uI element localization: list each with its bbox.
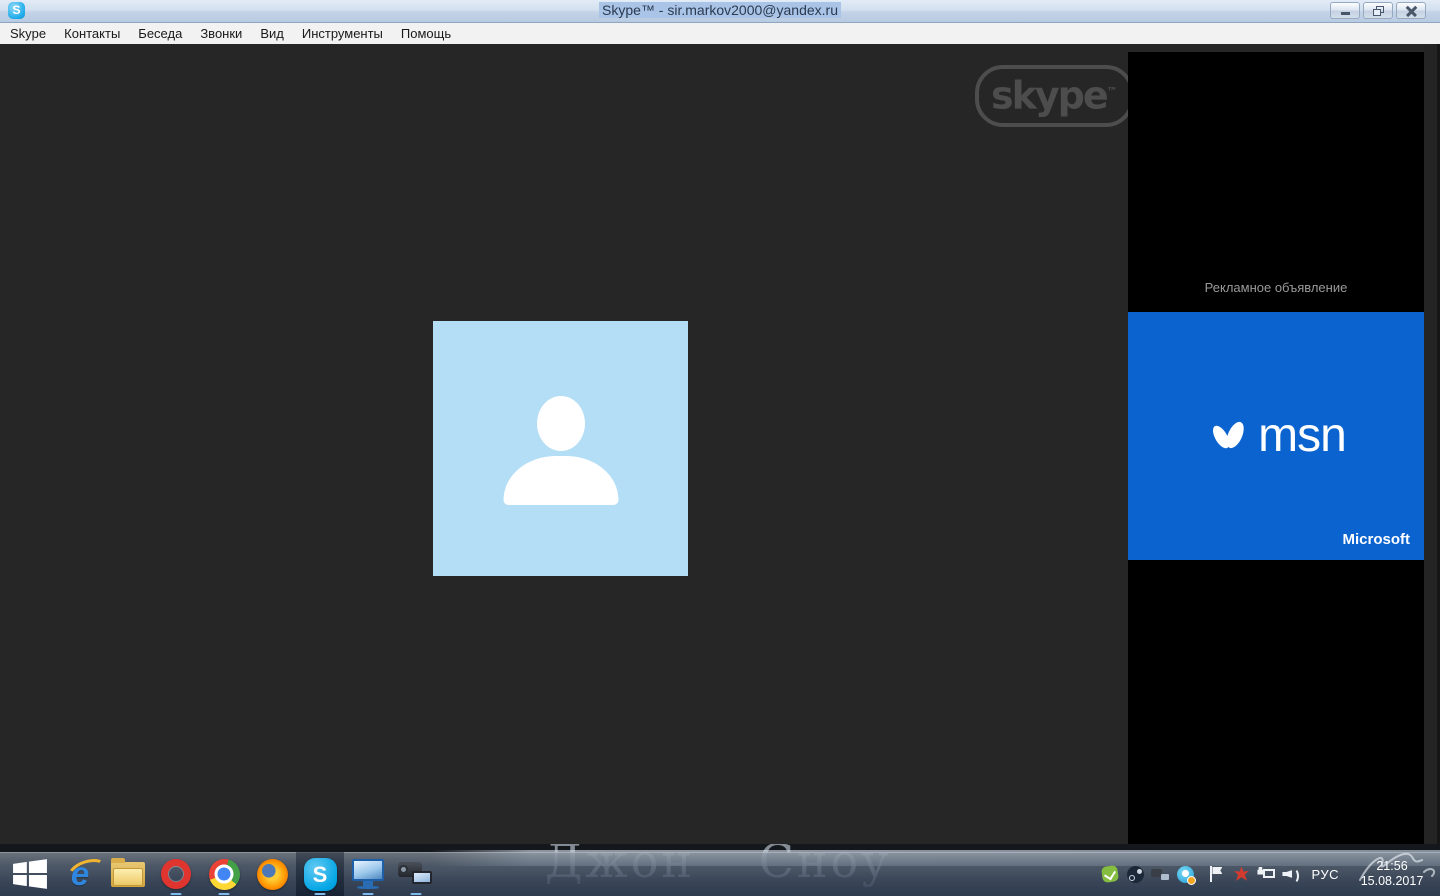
taskbar-skype[interactable]: S xyxy=(296,852,344,896)
tray-camcorder-icon[interactable] xyxy=(1151,865,1169,883)
taskbar-firefox[interactable] xyxy=(248,852,296,896)
skype-watermark-logo: skype™ xyxy=(975,65,1134,127)
menu-view[interactable]: Вид xyxy=(260,26,295,41)
skype-app-icon: S xyxy=(8,2,25,19)
window-right-strip xyxy=(1424,44,1440,844)
menu-conversation[interactable]: Беседа xyxy=(138,26,193,41)
skype-icon: S xyxy=(304,858,337,891)
window-controls xyxy=(1330,2,1426,19)
tray-antivirus-icon[interactable] xyxy=(1101,865,1119,883)
msn-wordmark: msn xyxy=(1258,412,1346,460)
menubar: Skype Контакты Беседа Звонки Вид Инструм… xyxy=(0,23,1440,44)
running-indicator xyxy=(219,893,230,896)
firefox-icon xyxy=(257,859,288,890)
running-indicator xyxy=(171,893,182,896)
taskbar-internet-explorer[interactable]: e xyxy=(56,852,104,896)
running-indicator xyxy=(363,893,374,896)
start-button[interactable] xyxy=(4,852,56,896)
taskbar-clock[interactable]: 21:56 15.08.2017 xyxy=(1350,859,1434,889)
main-content: skype™ Рекламное объявление msn Microsof… xyxy=(0,44,1440,844)
tray-steam-icon[interactable] xyxy=(1126,865,1144,883)
close-icon xyxy=(1406,5,1417,16)
avatar-torso-shape xyxy=(503,456,618,505)
tray-messenger-badge-icon[interactable] xyxy=(1176,865,1194,883)
window-title-text: Skype™ - sir.markov2000@yandex.ru xyxy=(599,2,841,18)
taskbar-opera[interactable] xyxy=(152,852,200,896)
clock-time: 21:56 xyxy=(1376,859,1407,873)
windows-logo-icon xyxy=(12,858,48,890)
chrome-icon xyxy=(209,859,240,890)
running-indicator xyxy=(315,893,326,896)
language-indicator[interactable]: РУС xyxy=(1307,867,1343,882)
menu-contacts[interactable]: Контакты xyxy=(64,26,131,41)
display-app-icon xyxy=(351,859,385,889)
desktop-bottom-area: Джон Сноу e xyxy=(0,844,1440,896)
msn-logo: msn xyxy=(1206,412,1346,460)
opera-icon xyxy=(161,859,191,889)
screen: S Skype™ - sir.markov2000@yandex.ru Skyp… xyxy=(0,0,1440,896)
file-explorer-icon xyxy=(111,862,145,887)
close-button[interactable] xyxy=(1396,2,1426,19)
taskbar-chrome[interactable] xyxy=(200,852,248,896)
ad-label: Рекламное объявление xyxy=(1128,280,1424,295)
taskbar-file-explorer[interactable] xyxy=(104,852,152,896)
tray-action-center-flag-icon[interactable] xyxy=(1207,865,1225,883)
system-tray: РУС 21:56 15.08.2017 xyxy=(1101,852,1434,896)
tray-network-icon[interactable] xyxy=(1257,865,1275,883)
menu-calls[interactable]: Звонки xyxy=(200,26,253,41)
msn-ad-banner[interactable]: msn Microsoft xyxy=(1128,312,1424,560)
restore-button[interactable] xyxy=(1363,2,1393,19)
ad-sidebar: Рекламное объявление msn Microsoft xyxy=(1128,52,1424,844)
camera-app-icon xyxy=(398,860,434,888)
minimize-button[interactable] xyxy=(1330,2,1360,19)
running-indicator xyxy=(411,893,422,896)
tray-volume-icon[interactable] xyxy=(1282,865,1300,883)
msn-butterfly-icon xyxy=(1206,414,1250,458)
restore-icon xyxy=(1373,6,1384,16)
menu-help[interactable]: Помощь xyxy=(401,26,462,41)
taskbar-apps: e S xyxy=(4,852,440,896)
microsoft-wordmark: Microsoft xyxy=(1343,531,1411,548)
internet-explorer-icon: e xyxy=(71,859,89,889)
taskbar-camera-app[interactable] xyxy=(392,852,440,896)
avatar-placeholder[interactable] xyxy=(433,321,688,576)
taskbar: e S xyxy=(0,852,1440,896)
tray-red-app-icon[interactable] xyxy=(1232,865,1250,883)
menu-skype[interactable]: Skype xyxy=(10,26,57,41)
titlebar: S Skype™ - sir.markov2000@yandex.ru xyxy=(0,0,1440,23)
menu-tools[interactable]: Инструменты xyxy=(302,26,394,41)
clock-date: 15.08.2017 xyxy=(1361,874,1424,888)
window-title: Skype™ - sir.markov2000@yandex.ru xyxy=(599,0,841,22)
taskbar-display-app[interactable] xyxy=(344,852,392,896)
minimize-icon xyxy=(1341,12,1350,15)
avatar-head-shape xyxy=(537,396,585,451)
